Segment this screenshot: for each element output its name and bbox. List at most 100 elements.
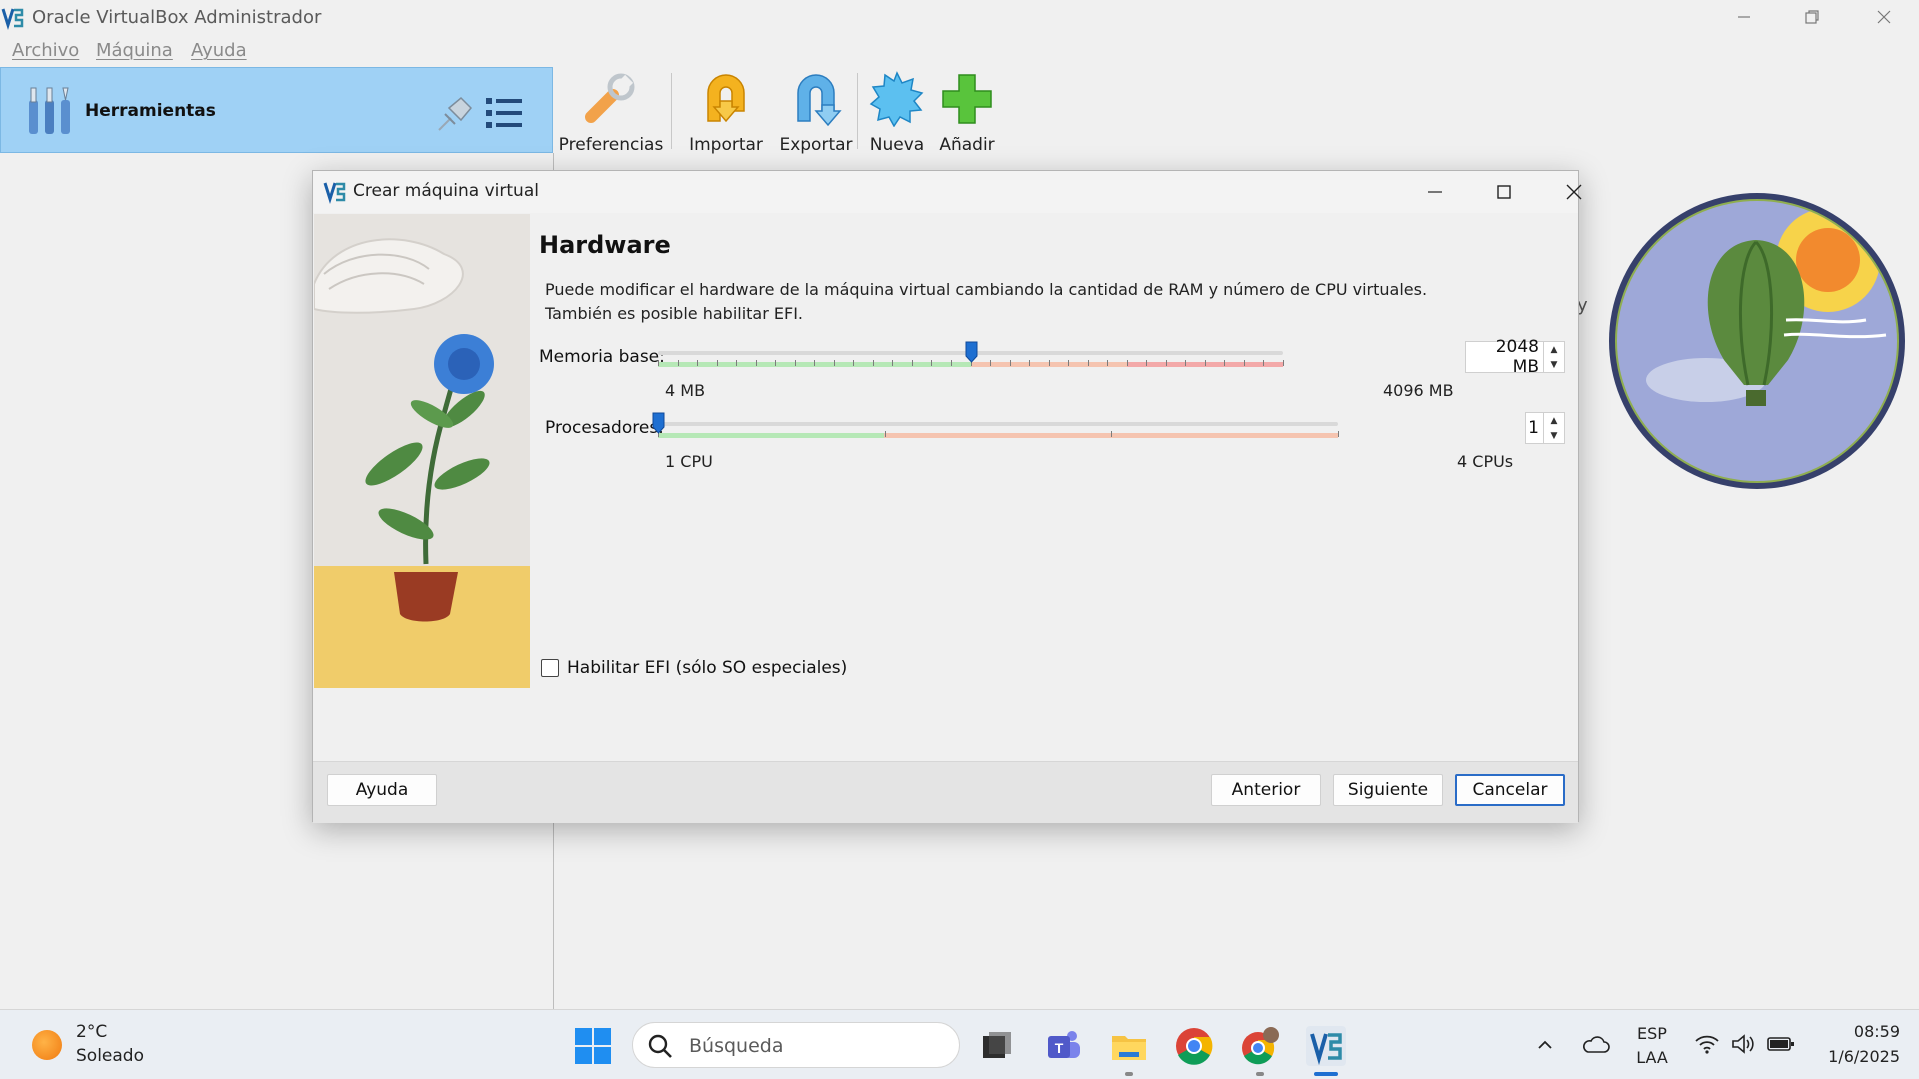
slider-tick [1087, 360, 1089, 366]
tools-item[interactable]: Herramientas [0, 67, 553, 153]
weather-temperature[interactable]: 2°C [76, 1022, 107, 1042]
slider-tick [911, 360, 913, 366]
slider-tick [872, 360, 874, 366]
processors-value[interactable]: 1 [1526, 418, 1543, 438]
chevron-up-icon[interactable] [1536, 1036, 1554, 1054]
weather-sun-icon[interactable] [32, 1030, 62, 1060]
slider-tick [853, 360, 855, 366]
toolbar-separator [857, 73, 858, 149]
stepper-up-icon[interactable]: ▲ [1544, 342, 1564, 357]
slider-tick [755, 360, 757, 366]
dialog-description: Puede modificar el hardware de la máquin… [545, 278, 1525, 326]
add-button[interactable]: Añadir [935, 67, 999, 155]
menu-maquina[interactable]: Máquina [96, 40, 173, 61]
processors-stepper[interactable]: ▲ ▼ [1543, 413, 1564, 443]
clock-time[interactable]: 08:59 [1810, 1022, 1900, 1041]
dialog-minimize-button[interactable] [1405, 175, 1465, 209]
slider-tick [775, 360, 777, 366]
description-line-1: Puede modificar el hardware de la máquin… [545, 280, 1428, 299]
battery-icon[interactable] [1767, 1034, 1795, 1054]
volume-icon[interactable] [1730, 1032, 1756, 1056]
chrome-icon[interactable] [1174, 1026, 1214, 1066]
minimize-icon [1738, 16, 1750, 18]
help-button[interactable]: Ayuda [327, 774, 437, 806]
new-label: Nueva [869, 135, 925, 155]
running-indicator [1256, 1072, 1264, 1076]
slider-tick [1185, 360, 1187, 366]
flower-illustration [314, 214, 530, 688]
efi-checkbox-label[interactable]: Habilitar EFI (sólo SO especiales) [567, 658, 847, 678]
close-icon [1566, 184, 1582, 200]
import-icon [707, 74, 745, 123]
slider-tick [1068, 360, 1070, 366]
welcome-balloon-illustration [1609, 193, 1905, 489]
next-button[interactable]: Siguiente [1333, 774, 1443, 806]
slider-tick [833, 360, 835, 366]
processors-slider[interactable] [648, 409, 1348, 449]
svg-text:T: T [1055, 1040, 1064, 1056]
slider-tick [950, 360, 952, 366]
minimize-button[interactable] [1714, 2, 1774, 32]
file-explorer-icon[interactable] [1109, 1026, 1149, 1066]
menu-ayuda[interactable]: Ayuda [191, 40, 247, 61]
memory-spinbox[interactable]: 2048 MB ▲ ▼ [1465, 337, 1565, 377]
keyboard-layout[interactable]: LAA [1632, 1048, 1672, 1067]
windows-start-icon[interactable] [573, 1026, 613, 1066]
stepper-down-icon[interactable]: ▼ [1544, 428, 1564, 443]
dialog-titlebar: Crear máquina virtual [313, 171, 1582, 213]
slider-track[interactable] [658, 422, 1338, 426]
teams-icon[interactable]: T [1044, 1026, 1084, 1066]
close-button[interactable] [1854, 2, 1914, 32]
memory-value[interactable]: 2048 MB [1466, 337, 1543, 377]
memory-label: Memoria base: [539, 347, 665, 367]
onedrive-cloud-icon[interactable] [1582, 1032, 1610, 1056]
slider-thumb[interactable] [965, 341, 978, 363]
active-indicator [1314, 1072, 1338, 1076]
slider-tick [1009, 360, 1011, 366]
list-menu-icon[interactable] [485, 96, 523, 130]
task-view-icon[interactable] [977, 1026, 1017, 1066]
cancel-button[interactable]: Cancelar [1455, 774, 1565, 806]
efi-checkbox[interactable] [541, 659, 559, 677]
processors-spinbox[interactable]: 1 ▲ ▼ [1525, 412, 1565, 444]
export-button[interactable]: Exportar [773, 67, 859, 155]
slider-tick [1283, 360, 1284, 366]
toolbar-separator [671, 73, 672, 149]
stepper-down-icon[interactable]: ▼ [1544, 357, 1564, 372]
memory-stepper[interactable]: ▲ ▼ [1543, 342, 1564, 372]
window-titlebar: Oracle VirtualBox Administrador [0, 0, 1919, 34]
processors-label: Procesadores: [545, 418, 664, 438]
new-button[interactable]: Nueva [865, 67, 929, 155]
wifi-icon[interactable] [1694, 1032, 1720, 1056]
slider-tick [1126, 360, 1128, 366]
clock-date[interactable]: 1/6/2025 [1810, 1047, 1900, 1066]
preferences-button[interactable]: Preferencias [559, 67, 663, 155]
virtualbox-taskbar-icon[interactable] [1306, 1026, 1346, 1066]
slider-thumb[interactable] [652, 412, 665, 434]
language-code[interactable]: ESP [1632, 1024, 1672, 1043]
menu-archivo[interactable]: Archivo [12, 40, 79, 61]
stepper-up-icon[interactable]: ▲ [1544, 413, 1564, 428]
dialog-close-button[interactable] [1544, 175, 1604, 209]
description-line-2: También es posible habilitar EFI. [545, 304, 804, 323]
back-button[interactable]: Anterior [1211, 774, 1321, 806]
restore-button[interactable] [1782, 2, 1842, 32]
chrome-profile-icon[interactable] [1240, 1026, 1280, 1066]
memory-slider[interactable] [648, 338, 1293, 378]
dialog-maximize-button[interactable] [1474, 175, 1534, 209]
processors-min-label: 1 CPU [665, 452, 713, 471]
add-label: Añadir [939, 135, 995, 155]
memory-max-label: 4096 MB [1383, 381, 1454, 400]
taskbar-search[interactable]: Búsqueda [632, 1022, 960, 1068]
new-vm-icon [869, 71, 924, 127]
virtualbox-logo-icon [1, 8, 24, 30]
slider-tick [990, 360, 992, 366]
export-label: Exportar [779, 135, 853, 155]
pin-icon[interactable] [433, 94, 475, 134]
restore-icon [1805, 10, 1819, 24]
weather-description[interactable]: Soleado [76, 1046, 144, 1066]
slider-tick [677, 360, 679, 366]
page-title: Hardware [539, 231, 671, 259]
import-button[interactable]: Importar [683, 67, 769, 155]
slider-tick [697, 360, 699, 366]
